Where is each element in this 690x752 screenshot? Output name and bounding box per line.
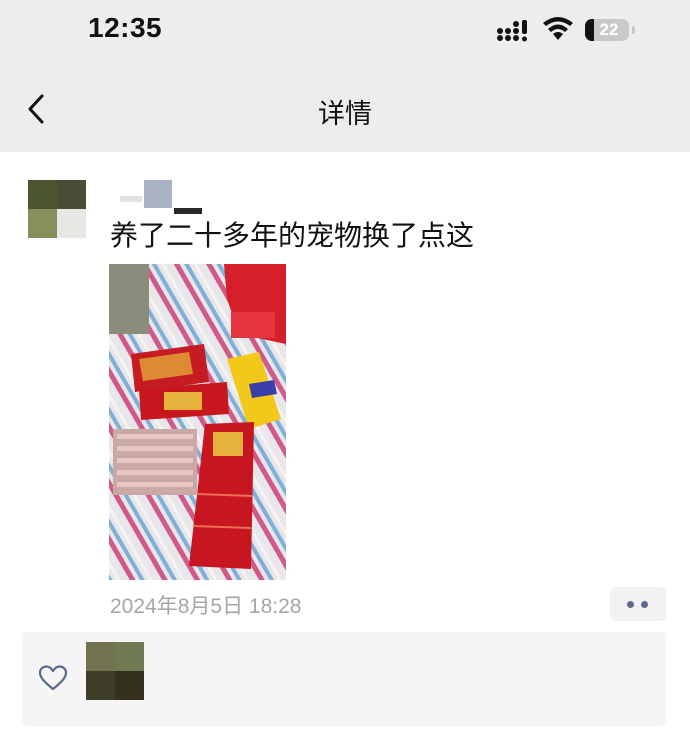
status-time: 12:35 (88, 12, 163, 43)
battery-icon: 22 (585, 19, 629, 41)
post-text: 养了二十多年的宠物换了点这 (110, 219, 475, 252)
liker-avatar[interactable] (86, 642, 144, 700)
likes-panel (22, 632, 666, 726)
post-timestamp: 2024年8月5日 18:28 (110, 595, 302, 618)
signal-icon (497, 20, 527, 42)
status-bar: 12:35 22 (0, 0, 690, 66)
more-dots-icon (641, 601, 648, 608)
heart-icon (38, 665, 68, 691)
nav-bar: 详情 (0, 66, 690, 152)
page-title: 详情 (318, 99, 372, 130)
author-avatar[interactable] (28, 180, 86, 238)
more-dots-icon (627, 601, 634, 608)
post-photo[interactable] (109, 264, 286, 580)
battery-tip (632, 26, 635, 34)
author-name-redacted[interactable] (112, 178, 207, 214)
battery-level: 22 (599, 20, 619, 39)
post-photo-image (109, 264, 286, 580)
wifi-icon (543, 17, 573, 40)
more-actions-button[interactable] (610, 587, 666, 621)
